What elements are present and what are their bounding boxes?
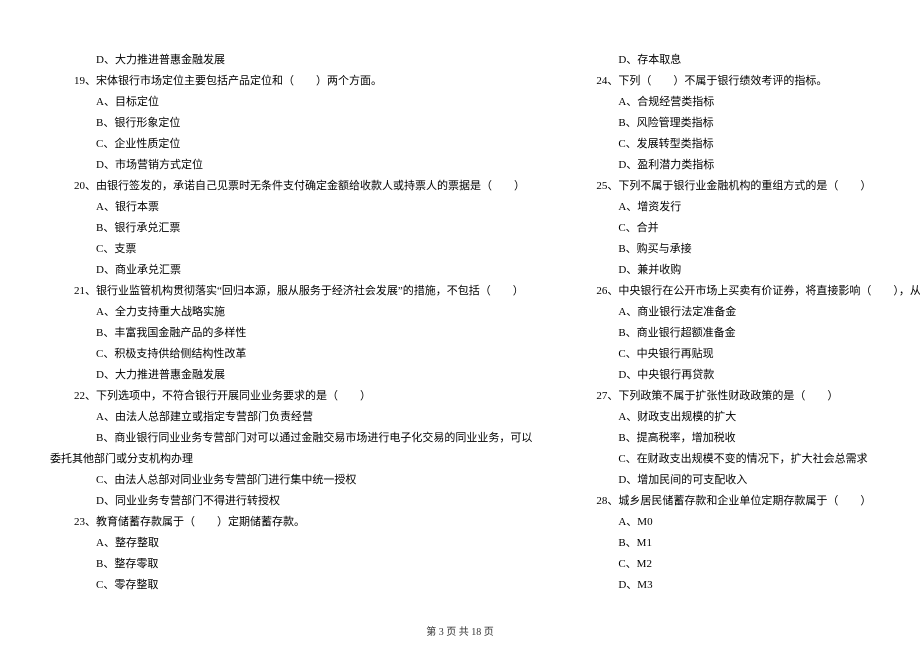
option-text: D、商业承兑汇票 (50, 260, 532, 281)
option-text: B、购买与承接 (572, 239, 920, 260)
option-text: D、兼并收购 (572, 260, 920, 281)
right-column: D、存本取息 24、下列（ ）不属于银行绩效考评的指标。 A、合规经营类指标 B… (572, 50, 920, 600)
option-text: B、提高税率，增加税收 (572, 428, 920, 449)
option-text-wrap: 委托其他部门或分支机构办理 (50, 449, 532, 470)
document-content: D、大力推进普惠金融发展 19、宋体银行市场定位主要包括产品定位和（ ）两个方面… (50, 50, 870, 600)
option-text: D、大力推进普惠金融发展 (50, 365, 532, 386)
option-text: C、企业性质定位 (50, 134, 532, 155)
left-column: D、大力推进普惠金融发展 19、宋体银行市场定位主要包括产品定位和（ ）两个方面… (50, 50, 532, 600)
option-text: A、银行本票 (50, 197, 532, 218)
page-footer: 第 3 页 共 18 页 (0, 623, 920, 638)
question-23: 23、教育储蓄存款属于（ ）定期储蓄存款。 (50, 512, 532, 533)
option-text: D、增加民间的可支配收入 (572, 470, 920, 491)
option-text: C、M2 (572, 554, 920, 575)
option-text: B、商业银行同业业务专营部门对可以通过金融交易市场进行电子化交易的同业业务，可以 (50, 428, 532, 449)
option-text: C、积极支持供给侧结构性改革 (50, 344, 532, 365)
option-text: B、风险管理类指标 (572, 113, 920, 134)
question-24: 24、下列（ ）不属于银行绩效考评的指标。 (572, 71, 920, 92)
question-28: 28、城乡居民储蓄存款和企业单位定期存款属于（ ） (572, 491, 920, 512)
option-text: A、由法人总部建立或指定专营部门负责经营 (50, 407, 532, 428)
option-text: C、合并 (572, 218, 920, 239)
option-text: B、整存零取 (50, 554, 532, 575)
option-text: A、合规经营类指标 (572, 92, 920, 113)
question-25: 25、下列不属于银行业金融机构的重组方式的是（ ） (572, 176, 920, 197)
question-22: 22、下列选项中，不符合银行开展同业业务要求的是（ ） (50, 386, 532, 407)
option-text: B、商业银行超额准备金 (572, 323, 920, 344)
option-text: A、目标定位 (50, 92, 532, 113)
option-text: A、M0 (572, 512, 920, 533)
question-27: 27、下列政策不属于扩张性财政政策的是（ ） (572, 386, 920, 407)
question-26: 26、中央银行在公开市场上买卖有价证券，将直接影响（ ），从而影响货币供应量。 (572, 281, 920, 302)
option-text: C、发展转型类指标 (572, 134, 920, 155)
option-text: C、在财政支出规模不变的情况下，扩大社会总需求 (572, 449, 920, 470)
option-text: D、M3 (572, 575, 920, 596)
option-text: B、丰富我国金融产品的多样性 (50, 323, 532, 344)
option-text: C、由法人总部对同业业务专营部门进行集中统一授权 (50, 470, 532, 491)
option-text: B、银行形象定位 (50, 113, 532, 134)
option-text: A、商业银行法定准备金 (572, 302, 920, 323)
option-text: C、中央银行再贴现 (572, 344, 920, 365)
option-text: A、增资发行 (572, 197, 920, 218)
option-text: A、财政支出规模的扩大 (572, 407, 920, 428)
option-text: D、盈利潜力类指标 (572, 155, 920, 176)
option-text: A、全力支持重大战略实施 (50, 302, 532, 323)
option-text: B、M1 (572, 533, 920, 554)
question-19: 19、宋体银行市场定位主要包括产品定位和（ ）两个方面。 (50, 71, 532, 92)
option-text: D、存本取息 (572, 50, 920, 71)
option-text: D、大力推进普惠金融发展 (50, 50, 532, 71)
option-text: A、整存整取 (50, 533, 532, 554)
option-text: B、银行承兑汇票 (50, 218, 532, 239)
option-text: D、中央银行再贷款 (572, 365, 920, 386)
option-text: D、市场营销方式定位 (50, 155, 532, 176)
option-text: C、零存整取 (50, 575, 532, 596)
question-21: 21、银行业监管机构贯彻落实“回归本源，服从服务于经济社会发展”的措施，不包括（… (50, 281, 532, 302)
option-text: C、支票 (50, 239, 532, 260)
option-text: D、同业业务专营部门不得进行转授权 (50, 491, 532, 512)
question-20: 20、由银行签发的，承诺自己见票时无条件支付确定金额给收款人或持票人的票据是（ … (50, 176, 532, 197)
